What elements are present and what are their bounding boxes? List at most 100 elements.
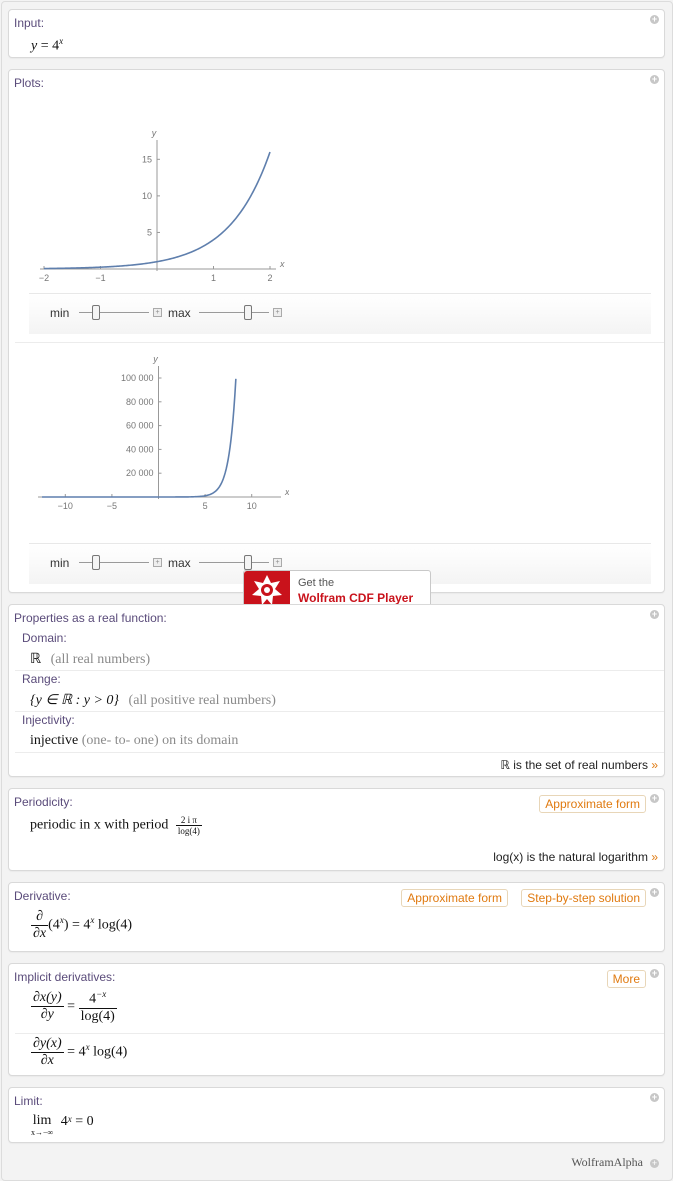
- lim-operator: lim x→−∞: [31, 1113, 54, 1138]
- x-tick-label: 2: [267, 273, 272, 283]
- expand-icon[interactable]: +: [650, 75, 659, 84]
- log-link[interactable]: log(x) is the natural logarithm »: [493, 850, 658, 864]
- d2-num: ∂y(x): [33, 1036, 62, 1051]
- cdf-line1: Get the: [298, 577, 335, 589]
- max-slider-thumb[interactable]: [244, 555, 252, 570]
- expand-icon[interactable]: +: [650, 794, 659, 803]
- y-tick-label: 100 000: [121, 373, 154, 383]
- pod-title: Properties as a real function:: [14, 611, 167, 625]
- pod-title: Derivative:: [14, 889, 71, 903]
- pod-title: Implicit derivatives:: [14, 970, 116, 984]
- x-tick-label: −10: [58, 501, 73, 511]
- x-tick-label: 10: [247, 501, 257, 511]
- expand-icon[interactable]: +: [650, 1159, 659, 1168]
- y-tick-label: 60 000: [126, 421, 154, 431]
- y-tick-label: 80 000: [126, 397, 154, 407]
- pod-title: Plots:: [14, 76, 45, 90]
- d1-rden: log(4): [80, 1008, 115, 1024]
- y-tick-label: 5: [147, 227, 152, 237]
- divider: [15, 711, 664, 712]
- injectivity-word: injective: [30, 733, 79, 748]
- divider: [15, 752, 664, 753]
- d1-den: ∂y: [40, 1007, 54, 1023]
- implicit-derivative-2: ∂y(x) ∂x = 4x log(4): [31, 1036, 127, 1069]
- domain-note: (all real numbers): [50, 652, 151, 667]
- injectivity-tail: on its domain: [162, 733, 239, 748]
- domain-value: ℝ (all real numbers): [30, 651, 150, 668]
- d-log: log(4): [94, 917, 133, 933]
- more-arrow-icon: »: [651, 758, 658, 772]
- real-numbers-link[interactable]: ℝ is the set of real numbers »: [500, 758, 658, 772]
- d-num: ∂: [31, 909, 49, 926]
- implicit-derivative-1: ∂x(y) ∂y = 4−x log(4): [31, 989, 117, 1025]
- d2-log: log(4): [89, 1044, 128, 1060]
- range-label: Range:: [22, 672, 61, 686]
- min-slider-thumb[interactable]: [92, 555, 100, 570]
- expand-icon[interactable]: +: [650, 15, 659, 24]
- injectivity-note: (one- to- one): [81, 733, 159, 748]
- domain-label: Domain:: [22, 631, 67, 645]
- period-numerator: 2 i π: [175, 815, 202, 826]
- approximate-form-button[interactable]: Approximate form: [539, 795, 646, 813]
- plot1-controls: min + max +: [29, 293, 651, 334]
- d-eq: ) = 4: [63, 917, 91, 933]
- limit-expression: lim x→−∞ 4x = 0: [31, 1113, 94, 1138]
- min-expand-icon[interactable]: +: [153, 308, 162, 317]
- exp-x: x: [59, 36, 64, 46]
- y-tick-label: 10: [142, 191, 152, 201]
- d1-num: ∂x(y): [33, 990, 62, 1006]
- wolframalpha-brand: WolframAlpha: [571, 1155, 643, 1169]
- input-expression: y = 4x: [31, 36, 63, 55]
- y-tick-label: 15: [142, 154, 152, 164]
- injectivity-value: injective (one- to- one) on its domain: [30, 733, 238, 749]
- d1-rnum-exp: −x: [96, 989, 107, 999]
- expand-icon[interactable]: +: [650, 888, 659, 897]
- pod-title: Limit:: [14, 1094, 43, 1108]
- range-value: {y ∈ ℝ : y > 0} (all positive real numbe…: [30, 692, 276, 709]
- pod-title: Input:: [14, 16, 45, 30]
- periodicity-pod: Periodicity: Approximate form + periodic…: [8, 788, 665, 871]
- lim-sub: x→−∞: [31, 1128, 54, 1137]
- d2-den: ∂x: [40, 1053, 54, 1068]
- derivative-operator: ∂ ∂x: [31, 909, 49, 942]
- more-button[interactable]: More: [606, 970, 646, 988]
- input-pod: Input: + y = 4x: [8, 9, 665, 58]
- footnote-text: ℝ is the set of real numbers: [500, 758, 648, 772]
- properties-pod: Properties as a real function: + Domain:…: [8, 604, 665, 777]
- min-expand-icon[interactable]: +: [153, 558, 162, 567]
- derivative-pod: Derivative: Approximate form Step-by-ste…: [8, 882, 665, 952]
- x-axis-label: x: [279, 259, 285, 269]
- min-slider-thumb[interactable]: [92, 305, 100, 320]
- max-expand-icon[interactable]: +: [273, 308, 282, 317]
- expand-icon[interactable]: +: [650, 969, 659, 978]
- range-note: (all positive real numbers): [128, 693, 276, 708]
- periodicity-expression: periodic in x with period 2 i π log(4): [30, 815, 202, 836]
- min-label: min: [50, 556, 70, 570]
- step-by-step-button[interactable]: Step-by-step solution: [521, 889, 646, 907]
- period-denominator: log(4): [177, 826, 200, 836]
- divider: [15, 670, 664, 671]
- x-axis-label: x: [284, 487, 289, 497]
- y-axis-label: y: [151, 128, 157, 138]
- min-slider-track[interactable]: [79, 312, 149, 313]
- approximate-form-button[interactable]: Approximate form: [401, 889, 508, 907]
- divider: [15, 342, 664, 343]
- footer: WolframAlpha +: [571, 1155, 659, 1170]
- d1-rhs: 4−x log(4): [78, 989, 117, 1025]
- domain-symbol: ℝ: [30, 652, 42, 667]
- y-tick-label: 40 000: [126, 444, 154, 454]
- expand-icon[interactable]: +: [650, 610, 659, 619]
- x-tick-label: 1: [211, 273, 216, 283]
- lim-word: lim: [32, 1113, 52, 1128]
- max-slider-thumb[interactable]: [244, 305, 252, 320]
- max-expand-icon[interactable]: +: [273, 558, 282, 567]
- min-slider-track[interactable]: [79, 562, 149, 563]
- plot-small-range: x y −2 −1 1 2 5 10 15: [39, 128, 285, 283]
- more-arrow-icon: »: [651, 850, 658, 864]
- max-slider-track[interactable]: [199, 562, 269, 563]
- plots-pod: Plots: + x y −2 −1 1 2 5 10 15 min + max + x y −10…: [8, 69, 665, 593]
- range-set: {y ∈ ℝ : y > 0}: [30, 693, 120, 708]
- max-slider-track[interactable]: [199, 312, 269, 313]
- expand-icon[interactable]: +: [650, 1093, 659, 1102]
- cdf-line2: Wolfram CDF Player: [298, 591, 414, 605]
